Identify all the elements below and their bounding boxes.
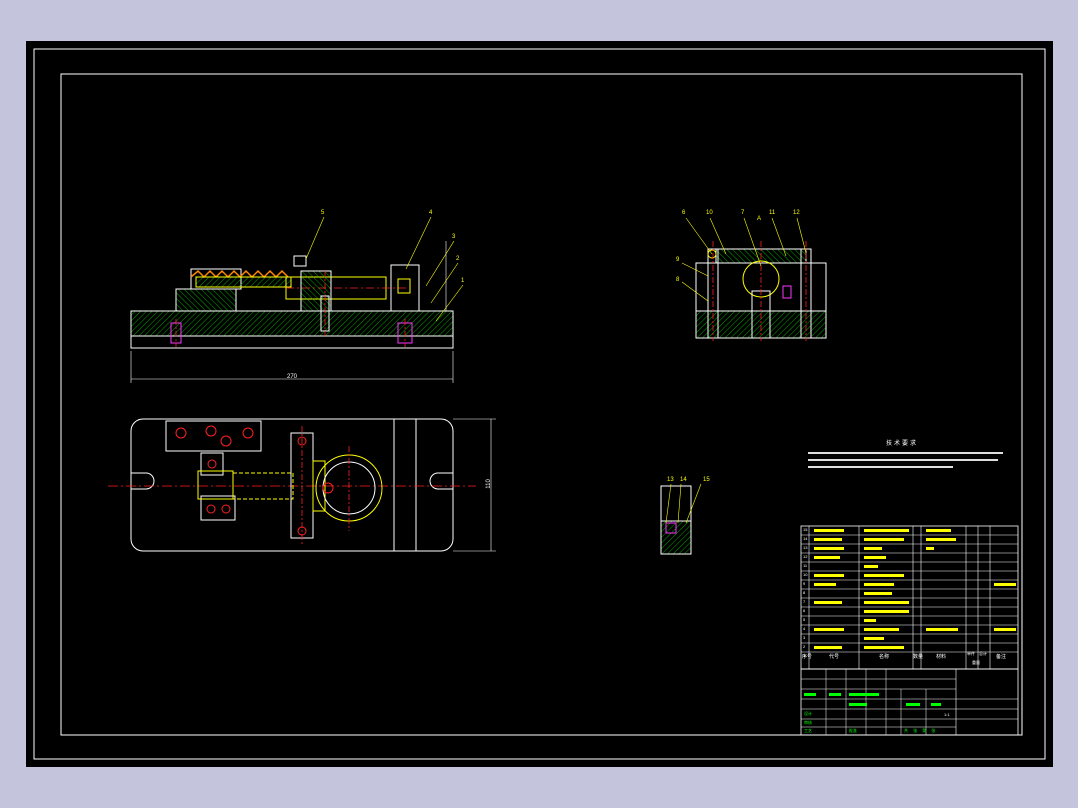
title-approve: 批准 bbox=[849, 728, 857, 733]
tech-requirements-title: 技术要求 bbox=[886, 441, 919, 447]
balloon-15: 15 bbox=[703, 477, 710, 483]
front-view bbox=[130, 216, 464, 383]
balloon-8: 8 bbox=[676, 277, 680, 283]
title-block-grid bbox=[800, 668, 1019, 736]
outer-frame bbox=[33, 48, 1046, 760]
inner-frame bbox=[60, 73, 1023, 736]
header-name: 名称 bbox=[879, 654, 890, 660]
header-remarks: 备注 bbox=[996, 654, 1007, 660]
balloon-4: 4 bbox=[429, 210, 433, 216]
title-scale: 1:1 bbox=[944, 712, 950, 717]
cad-drawing-canvas bbox=[33, 48, 1046, 760]
side-view bbox=[681, 217, 827, 341]
header-code: 代号 bbox=[829, 654, 840, 660]
balloon-6: 6 bbox=[682, 210, 686, 216]
balloon-1: 1 bbox=[461, 278, 465, 284]
balloon-13: 13 bbox=[667, 477, 674, 483]
section-mark: A bbox=[757, 216, 762, 222]
header-total-weight: 总计 bbox=[979, 651, 987, 656]
balloon-3: 3 bbox=[452, 234, 456, 240]
balloon-5: 5 bbox=[321, 210, 325, 216]
balloon-10: 10 bbox=[706, 210, 713, 216]
header-material: 材料 bbox=[936, 654, 947, 660]
title-sheets: 共 张 第 张 bbox=[904, 728, 936, 733]
title-designer: 设计 bbox=[804, 711, 812, 716]
balloon-12: 12 bbox=[793, 210, 800, 216]
parts-list-index-column: 15 14 13 12 11 10 9 8 7 6 5 4 3 2 1 bbox=[803, 528, 811, 663]
balloon-11: 11 bbox=[769, 210, 776, 216]
title-process: 工艺 bbox=[804, 728, 812, 733]
balloon-14: 14 bbox=[680, 477, 687, 483]
header-weight: 重量 bbox=[972, 660, 980, 665]
header-index: 序号 bbox=[802, 654, 813, 660]
balloon-7: 7 bbox=[741, 210, 745, 216]
parts-list-grid bbox=[800, 525, 1019, 670]
tech-requirements-lines bbox=[808, 452, 1008, 468]
drawing-sheet: 5 4 3 2 1 270 6 10 7 11 12 9 8 A 110 13 … bbox=[26, 41, 1053, 767]
header-unit-weight: 单件 bbox=[967, 651, 975, 656]
balloon-2: 2 bbox=[456, 256, 460, 262]
plan-view bbox=[108, 418, 496, 552]
detail-view bbox=[660, 483, 702, 555]
width-dimension: 110 bbox=[485, 479, 492, 489]
balloon-9: 9 bbox=[676, 257, 680, 263]
header-qty: 数量 bbox=[913, 654, 924, 660]
title-reviewer: 审核 bbox=[804, 720, 812, 725]
overall-length-dimension: 270 bbox=[287, 374, 298, 380]
